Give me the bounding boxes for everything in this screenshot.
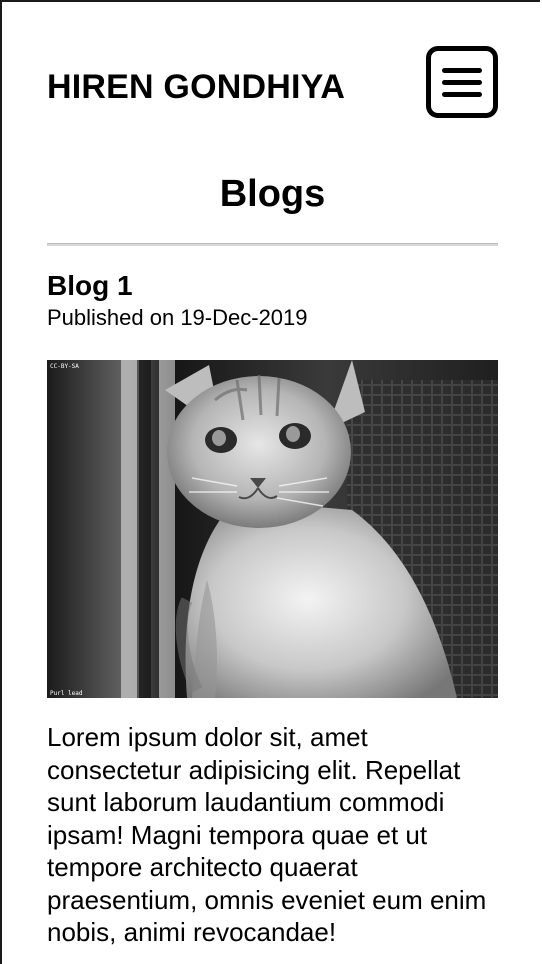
menu-bar <box>442 80 482 85</box>
hamburger-menu-icon <box>442 61 482 103</box>
cat-photo-image: CC-BY-SA Purl lead <box>47 360 498 698</box>
image-overlay-top-text: CC-BY-SA <box>50 363 79 370</box>
blog-post-image: CC-BY-SA Purl lead <box>47 360 498 698</box>
menu-bar <box>442 92 482 97</box>
blog-post-body: Lorem ipsum dolor sit, amet consectetur … <box>47 722 487 947</box>
menu-button[interactable] <box>426 46 498 118</box>
blog-post-title[interactable]: Blog 1 <box>47 270 133 302</box>
published-date: Published on 19-Dec-2019 <box>47 305 308 330</box>
divider <box>47 243 498 246</box>
page-viewport: HIREN GONDHIYA Blogs Blog 1 Published on… <box>0 0 540 964</box>
page-title: Blogs <box>219 173 326 215</box>
site-header: HIREN GONDHIYA <box>47 46 498 121</box>
menu-bar <box>442 68 482 73</box>
image-overlay-bottom-text: Purl lead <box>50 690 83 697</box>
site-title[interactable]: HIREN GONDHIYA <box>47 68 345 106</box>
